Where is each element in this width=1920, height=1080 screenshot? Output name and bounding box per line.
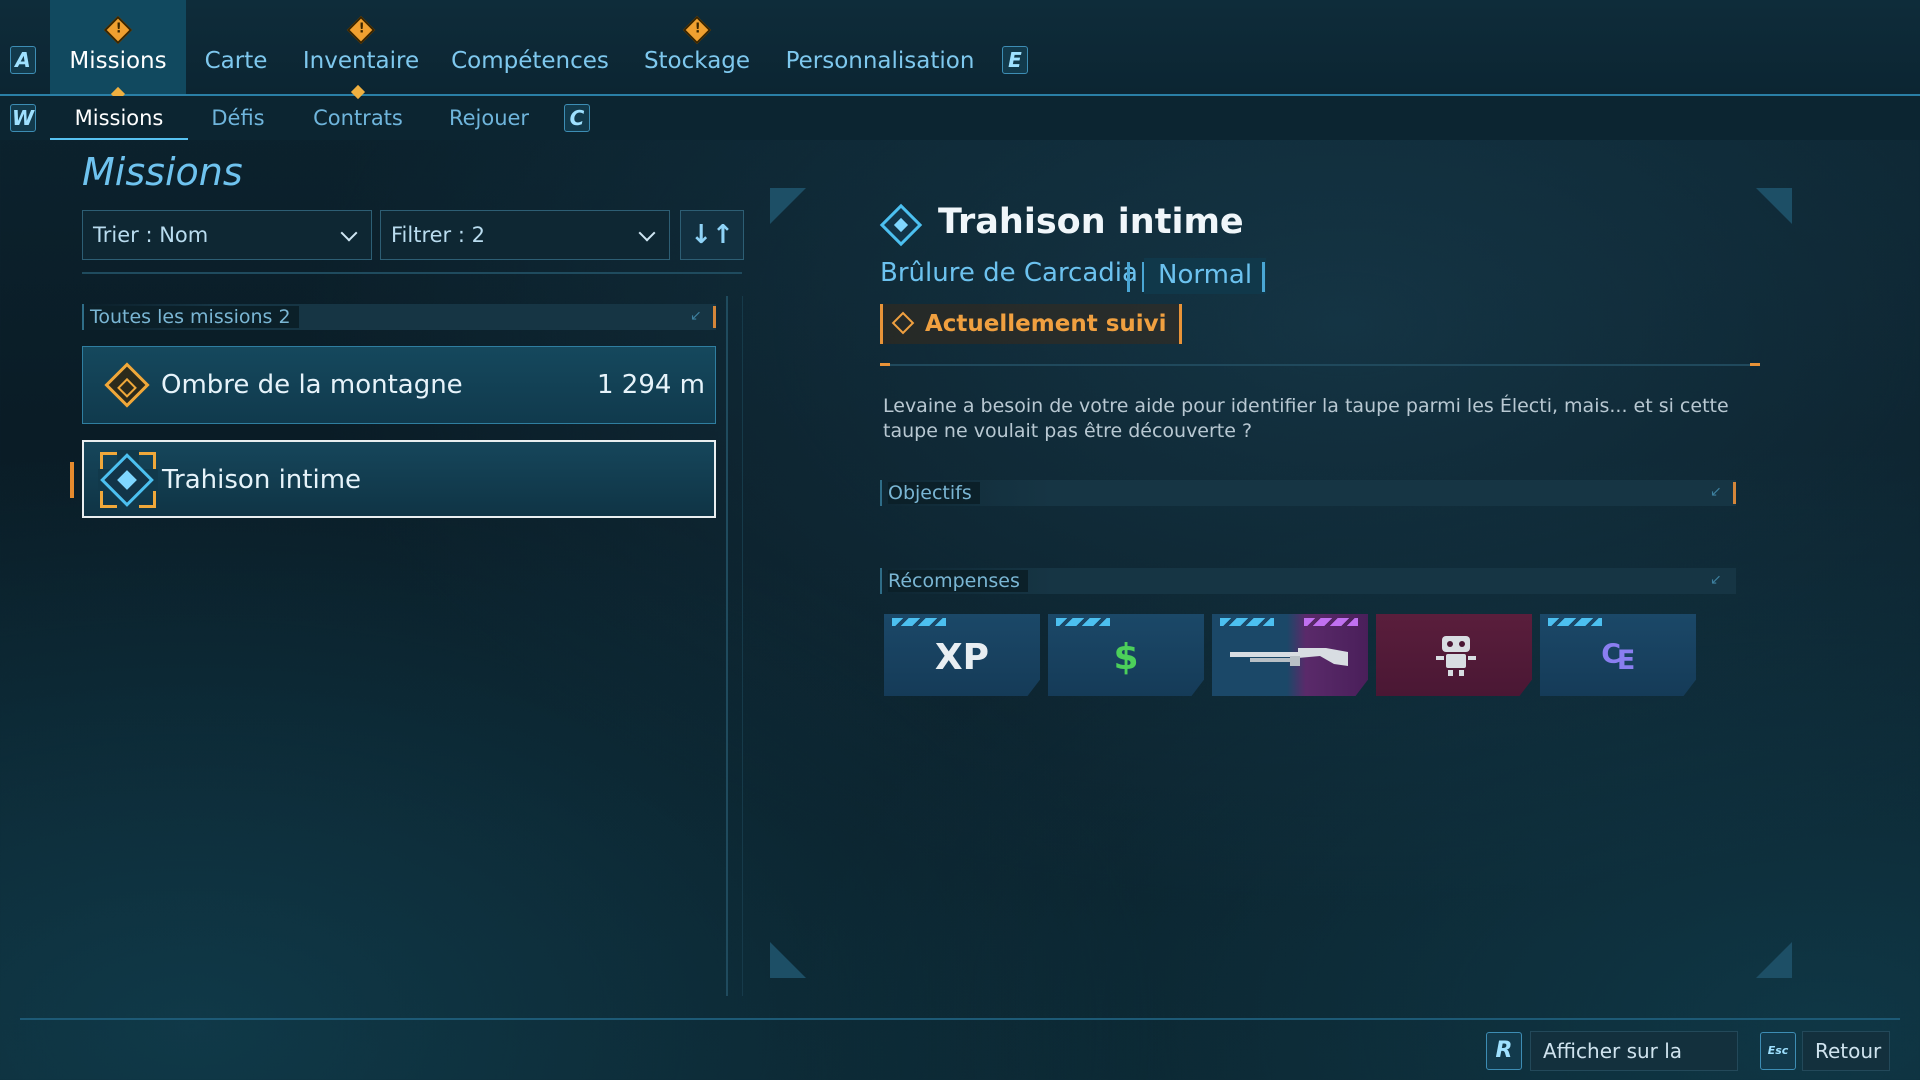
main-nav: A Missions Carte Inventaire Compétences … xyxy=(0,0,1920,102)
subtab-missions[interactable]: Missions xyxy=(50,96,188,140)
tab-label: Personnalisation xyxy=(785,48,975,74)
back-button[interactable]: Retour xyxy=(1802,1031,1890,1071)
frame-corner xyxy=(770,942,806,978)
sort-arrows-icon: ↓↑ xyxy=(690,220,734,250)
tab-missions[interactable]: Missions xyxy=(50,0,186,102)
header-accent xyxy=(713,306,716,328)
divider xyxy=(742,296,743,996)
collapse-icon: ↙ xyxy=(690,308,702,324)
separator xyxy=(1127,262,1130,292)
reward-cash[interactable]: $ xyxy=(1048,614,1204,696)
tracked-label: Actuellement suivi xyxy=(925,311,1167,337)
mission-distance: 1 294 m xyxy=(596,370,705,400)
mission-description: Levaine a besoin de votre aide pour iden… xyxy=(883,395,1729,442)
tracked-status-badge: Actuellement suivi xyxy=(880,304,1182,344)
mission-row-trahison[interactable]: Trahison intime xyxy=(82,440,716,518)
objectives-header[interactable]: Objectifs ↙ xyxy=(880,480,1736,506)
tab-label: Compétences xyxy=(451,48,609,74)
tab-stockage[interactable]: Stockage xyxy=(636,0,758,94)
nav-next-key[interactable]: E xyxy=(1002,46,1028,74)
frame-corner xyxy=(1756,188,1792,224)
rarity-stripe xyxy=(1548,618,1602,626)
page-title: Missions xyxy=(82,150,243,194)
tab-carte[interactable]: Carte xyxy=(196,0,276,94)
warning-icon xyxy=(682,15,712,45)
reward-weapon[interactable] xyxy=(1212,614,1368,696)
filter-label: Filtrer : 2 xyxy=(391,223,485,247)
esc-key[interactable]: Esc xyxy=(1760,1032,1796,1070)
rarity-stripe xyxy=(1304,618,1358,626)
separator xyxy=(1262,262,1265,292)
tracking-target-icon xyxy=(891,311,915,335)
subnav-prev-key[interactable]: W xyxy=(10,104,36,132)
chevron-down-icon xyxy=(340,224,358,242)
sort-label: Trier : Nom xyxy=(93,223,209,247)
rewards-header[interactable]: Récompenses ↙ xyxy=(880,568,1736,594)
collapse-icon: ↙ xyxy=(1710,572,1722,588)
reward-eridium[interactable]: ₠ xyxy=(1540,614,1696,696)
warning-icon xyxy=(346,15,376,45)
subtab-label: Missions xyxy=(74,106,164,130)
subtab-defis[interactable]: Défis xyxy=(206,96,270,140)
xp-icon: XP xyxy=(934,637,990,678)
scrollbar-track[interactable] xyxy=(726,296,728,996)
mission-region: Brûlure de Carcadia xyxy=(880,258,1138,288)
footer-divider xyxy=(20,1018,1900,1020)
frame-corner xyxy=(770,188,806,224)
subtab-rejouer[interactable]: Rejouer xyxy=(446,96,532,140)
shotgun-icon xyxy=(1230,648,1348,666)
cash-icon: $ xyxy=(1113,637,1139,678)
subtab-label: Défis xyxy=(211,106,265,130)
reward-cosmetic[interactable] xyxy=(1376,614,1532,696)
tab-label: Stockage xyxy=(643,48,751,74)
sort-dropdown[interactable]: Trier : Nom xyxy=(82,210,372,260)
tab-inventaire[interactable]: Inventaire xyxy=(298,0,424,94)
show-on-map-label: Afficher sur la carte xyxy=(1543,1039,1683,1080)
filter-dropdown[interactable]: Filtrer : 2 xyxy=(380,210,670,260)
group-label: Toutes les missions 2 xyxy=(90,306,299,328)
reward-xp[interactable]: XP xyxy=(884,614,1040,696)
divider-accent xyxy=(880,363,890,366)
divider xyxy=(880,364,1760,366)
eridium-icon: ₠ xyxy=(1601,637,1635,678)
gold-diamond-icon xyxy=(104,362,150,408)
difficulty-label: Normal xyxy=(1158,260,1253,290)
difficulty-badge: Normal xyxy=(1144,258,1267,294)
rewards-label: Récompenses xyxy=(888,570,1028,592)
rarity-stripe xyxy=(1056,618,1110,626)
sort-order-button[interactable]: ↓↑ xyxy=(680,210,744,260)
mission-group-header[interactable]: Toutes les missions 2 ↙ xyxy=(82,304,716,330)
tab-competences[interactable]: Compétences xyxy=(448,0,612,94)
blue-diamond-icon xyxy=(879,203,923,247)
robot-customization-icon xyxy=(1436,636,1476,676)
frame-corner xyxy=(1756,942,1792,978)
subtab-contrats[interactable]: Contrats xyxy=(308,84,408,140)
divider xyxy=(82,272,742,274)
objectives-label: Objectifs xyxy=(888,482,980,504)
map-key[interactable]: R xyxy=(1486,1032,1522,1070)
warning-icon xyxy=(103,15,133,45)
nav-prev-key[interactable]: A xyxy=(10,46,36,74)
subnav-next-key[interactable]: C xyxy=(564,104,590,132)
chevron-down-icon xyxy=(638,224,656,242)
collapse-icon: ↙ xyxy=(1710,484,1722,500)
sub-nav: W Missions Défis Contrats Rejouer C xyxy=(0,84,1920,140)
mission-row-ombre[interactable]: Ombre de la montagne 1 294 m xyxy=(82,346,716,424)
show-on-map-button[interactable]: Afficher sur la carte xyxy=(1530,1031,1738,1080)
rarity-stripe xyxy=(892,618,946,626)
back-label: Retour xyxy=(1815,1039,1882,1063)
tab-label: Inventaire xyxy=(302,48,420,74)
header-accent xyxy=(1733,482,1736,504)
rarity-stripe xyxy=(1220,618,1274,626)
tab-label: Missions xyxy=(69,48,167,74)
mission-name: Ombre de la montagne xyxy=(161,370,463,400)
subtab-label: Contrats xyxy=(313,106,403,130)
mission-name: Trahison intime xyxy=(162,465,362,495)
mission-detail-title: Trahison intime xyxy=(938,202,1244,242)
subtab-label: Rejouer xyxy=(448,106,530,130)
divider-accent xyxy=(1750,363,1760,366)
tab-personnalisation[interactable]: Personnalisation xyxy=(782,0,978,94)
tab-label: Carte xyxy=(204,48,268,74)
selection-marker xyxy=(70,462,74,498)
